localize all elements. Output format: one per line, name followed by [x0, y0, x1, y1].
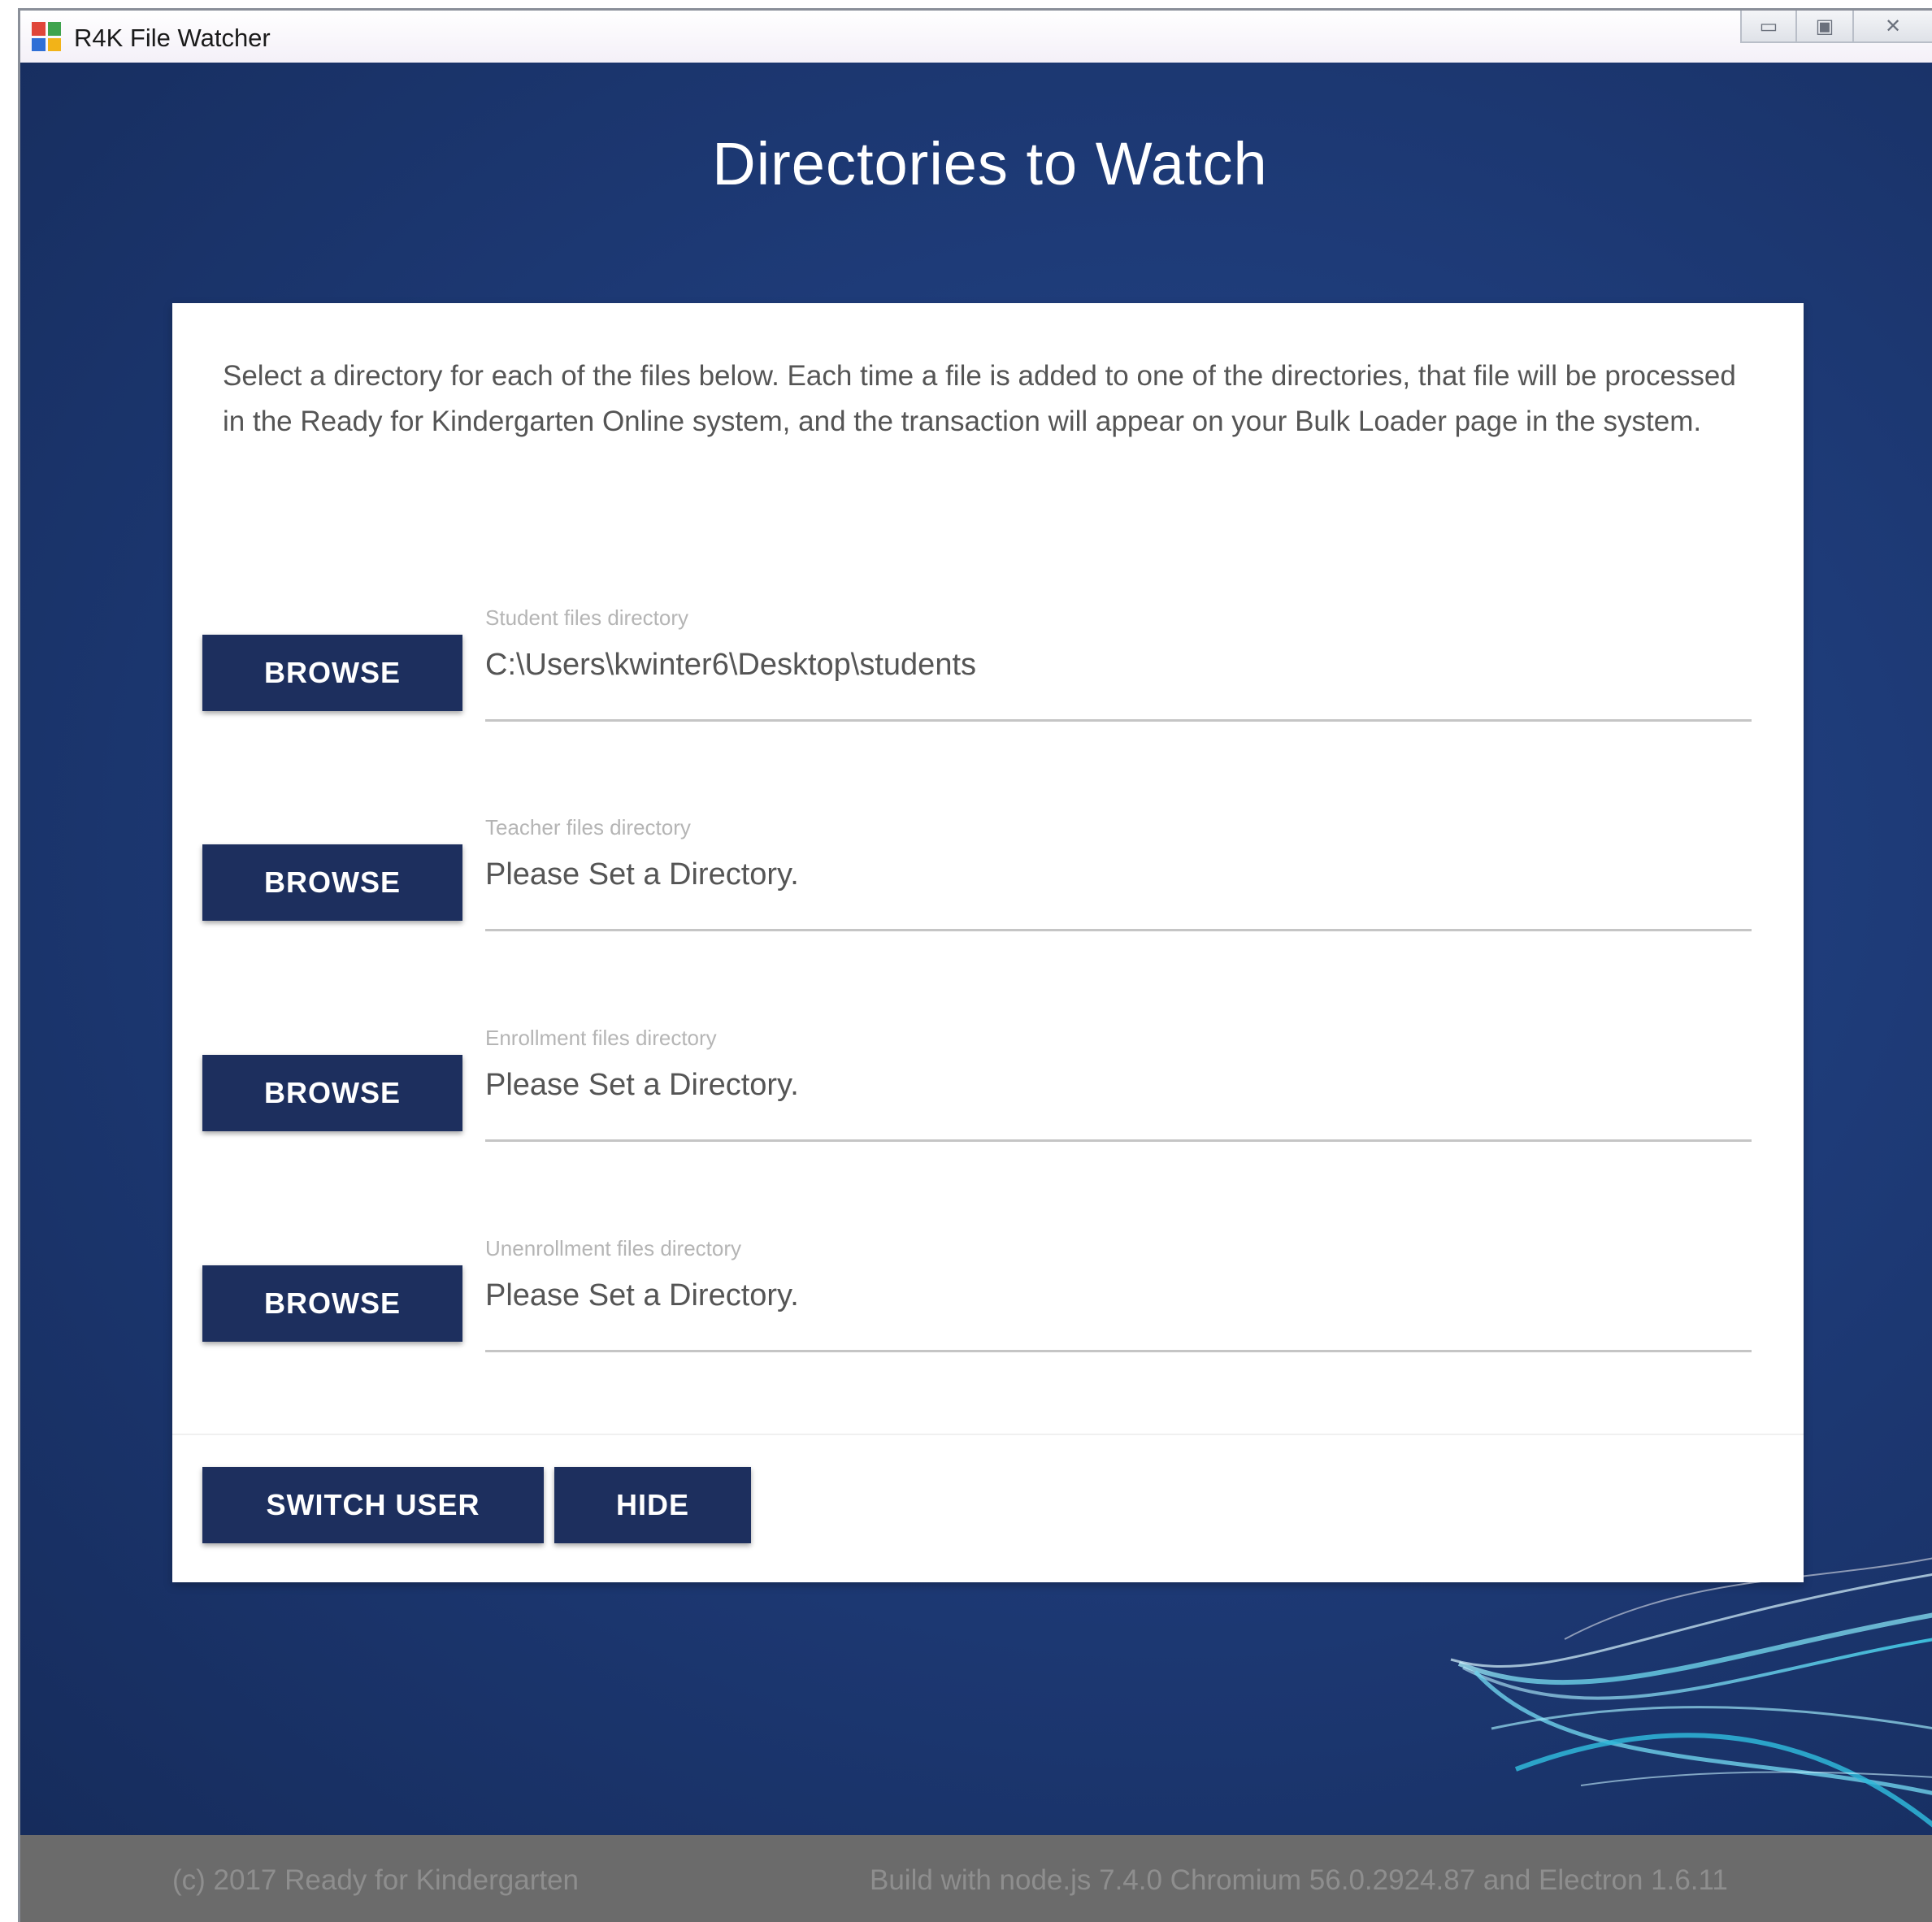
unenrollment-directory-field: Unenrollment files directory — [485, 1236, 1752, 1352]
unenrollment-directory-row: BROWSE Unenrollment files directory — [202, 1236, 1771, 1352]
teacher-directory-row: BROWSE Teacher files directory — [202, 815, 1771, 931]
student-directory-label: Student files directory — [485, 605, 689, 630]
browse-enrollment-button[interactable]: BROWSE — [202, 1055, 462, 1131]
enrollment-directory-input[interactable] — [485, 1068, 1752, 1103]
page-title: Directories to Watch — [712, 130, 1268, 197]
browse-unenrollment-button[interactable]: BROWSE — [202, 1265, 462, 1342]
switch-user-button[interactable]: SWITCH USER — [202, 1467, 544, 1543]
copyright-text: (c) 2017 Ready for Kindergarten — [172, 1864, 579, 1896]
directories-card: Select a directory for each of the files… — [172, 303, 1804, 1582]
card-divider — [172, 1434, 1804, 1435]
decorative-swirl-graphic — [1450, 1557, 1932, 1828]
main-area: Directories to Watch Select a directory … — [20, 63, 1932, 1835]
student-directory-row: BROWSE Student files directory — [202, 605, 1771, 722]
intro-text: Select a directory for each of the files… — [223, 360, 1736, 437]
window-controls: ▭ ▣ ✕ — [1740, 11, 1932, 48]
browse-teacher-button[interactable]: BROWSE — [202, 844, 462, 921]
close-button[interactable]: ✕ — [1854, 11, 1932, 43]
enrollment-directory-label: Enrollment files directory — [485, 1026, 717, 1050]
unenrollment-directory-input[interactable] — [485, 1278, 1752, 1313]
maximize-button[interactable]: ▣ — [1797, 11, 1854, 43]
enrollment-directory-field: Enrollment files directory — [485, 1026, 1752, 1142]
build-info-text: Build with node.js 7.4.0 Chromium 56.0.2… — [870, 1864, 1728, 1896]
app-logo-icon — [32, 22, 61, 51]
hide-button[interactable]: HIDE — [554, 1467, 751, 1543]
enrollment-directory-row: BROWSE Enrollment files directory — [202, 1026, 1771, 1142]
student-directory-field: Student files directory — [485, 605, 1752, 722]
status-footer: (c) 2017 Ready for Kindergarten Build wi… — [20, 1835, 1932, 1922]
app-window: R4K File Watcher ▭ ▣ ✕ Directories to Wa… — [18, 8, 1932, 1922]
teacher-directory-label: Teacher files directory — [485, 815, 691, 840]
teacher-directory-field: Teacher files directory — [485, 815, 1752, 931]
browse-student-button[interactable]: BROWSE — [202, 635, 462, 711]
student-directory-input[interactable] — [485, 648, 1752, 683]
unenrollment-directory-label: Unenrollment files directory — [485, 1236, 742, 1260]
window-title: R4K File Watcher — [74, 24, 271, 52]
minimize-button[interactable]: ▭ — [1740, 11, 1797, 43]
teacher-directory-input[interactable] — [485, 857, 1752, 892]
title-bar[interactable]: R4K File Watcher ▭ ▣ ✕ — [20, 11, 1932, 63]
